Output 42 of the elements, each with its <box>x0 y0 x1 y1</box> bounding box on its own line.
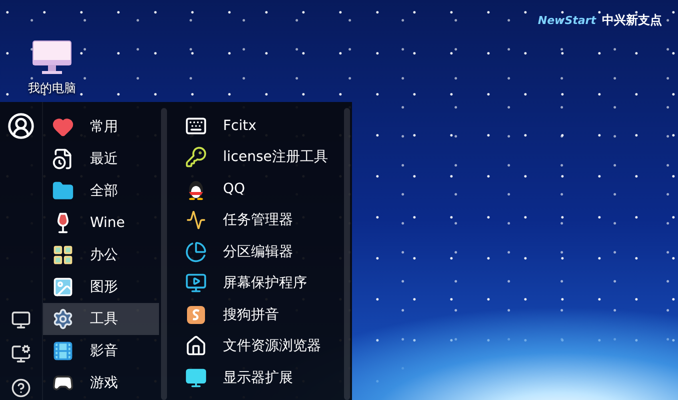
user-avatar-icon[interactable] <box>7 112 35 140</box>
s-tile-icon <box>185 304 207 326</box>
house-outline-icon <box>185 335 207 358</box>
category-item[interactable]: 最近 <box>43 143 159 175</box>
monitor-icon[interactable] <box>11 310 31 330</box>
category-item[interactable]: Wine <box>43 207 159 239</box>
app-item[interactable]: QQ <box>177 173 342 204</box>
category-item[interactable]: 游戏 <box>43 367 159 399</box>
scrollbar[interactable] <box>161 108 167 400</box>
app-item[interactable]: Fcitx <box>177 110 342 142</box>
app-item[interactable]: 屏幕保护程序 <box>177 268 342 299</box>
app-item[interactable]: 文件资源浏览器 <box>177 330 342 362</box>
category-item[interactable]: 办公 <box>43 239 159 271</box>
category-item[interactable]: 常用 <box>43 111 159 143</box>
grid-icon <box>52 244 74 266</box>
computer-icon[interactable] <box>32 40 72 76</box>
app-item[interactable]: license注册工具 <box>177 142 342 173</box>
key-icon <box>185 146 207 168</box>
gear-icon <box>52 308 74 330</box>
monitor-play-icon <box>185 272 207 294</box>
category-item[interactable]: 影音 <box>43 335 159 367</box>
category-item[interactable]: 工具 <box>43 303 159 335</box>
logo-brand: NewStart <box>538 14 596 27</box>
category-item[interactable]: 全部 <box>43 175 159 207</box>
desktop-icon-label: 我的电脑 <box>28 80 76 97</box>
app-item[interactable]: 显示器扩展 <box>177 362 342 394</box>
image-icon <box>52 276 74 298</box>
app-item[interactable]: 搜狗拼音 <box>177 299 342 330</box>
activity-monitor-icon <box>185 209 207 232</box>
scrollbar[interactable] <box>344 108 350 400</box>
logo-name: 中兴新支点 <box>602 12 662 29</box>
monitor-icon <box>185 366 207 389</box>
help-icon[interactable] <box>11 378 31 398</box>
pie-chart-icon <box>185 240 207 263</box>
folder-icon <box>52 180 74 202</box>
category-item[interactable]: 图形 <box>43 271 159 303</box>
document-clock-icon <box>52 148 74 170</box>
heart-icon <box>52 116 74 138</box>
app-item[interactable]: 任务管理器 <box>177 204 342 236</box>
film-icon <box>52 340 74 362</box>
app-item[interactable]: 分区编辑器 <box>177 236 342 268</box>
monitor-settings-icon[interactable] <box>11 344 31 364</box>
